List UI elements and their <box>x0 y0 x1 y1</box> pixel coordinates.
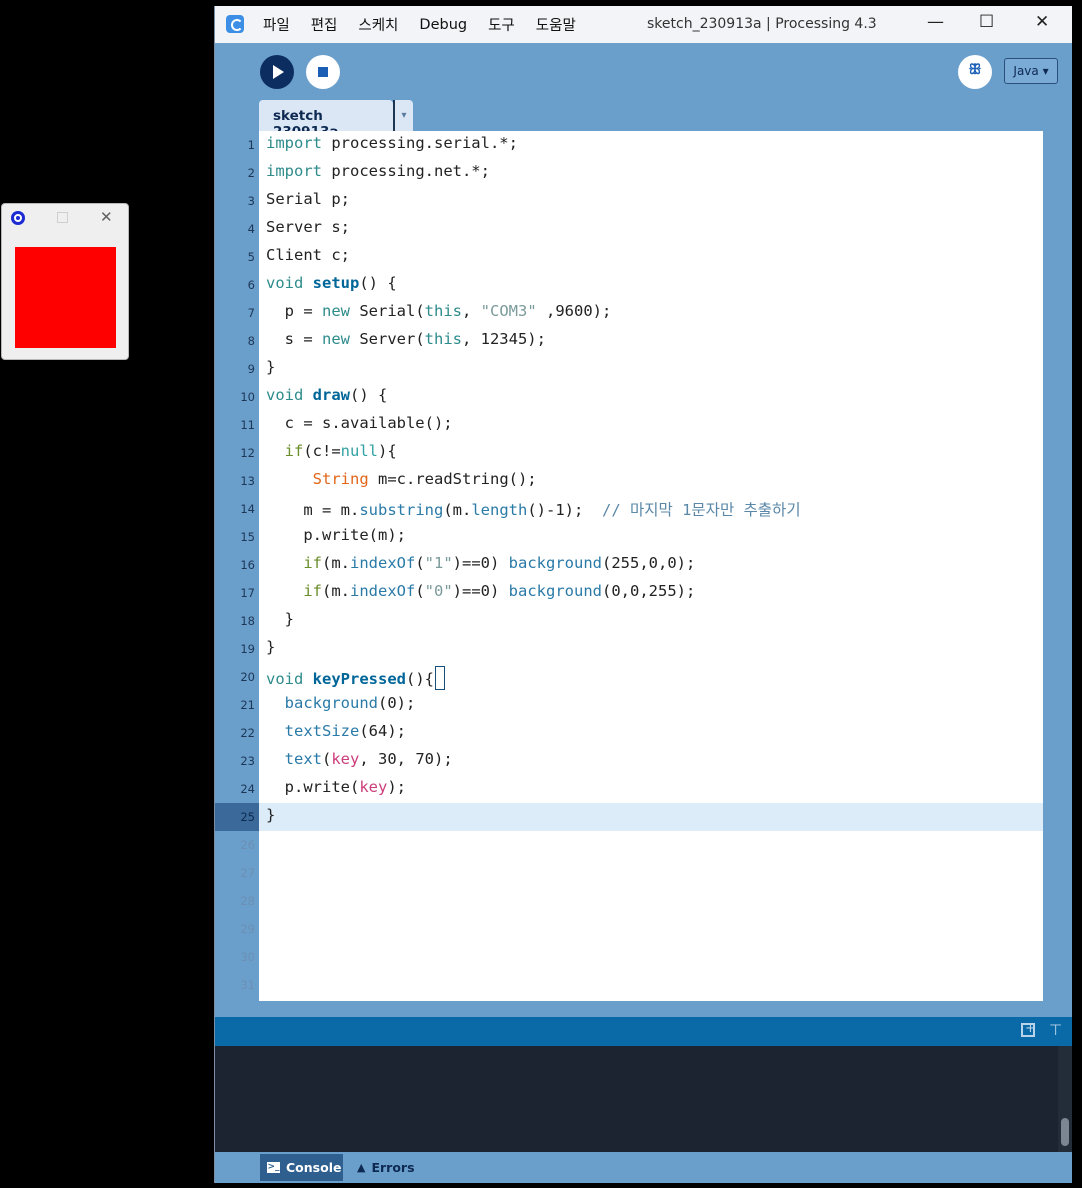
console-scroll-thumb[interactable] <box>1061 1118 1069 1146</box>
code-editor[interactable]: 1 import processing.serial.*; 2 import pro… <box>215 131 1043 1001</box>
empty-line: 30 <box>240 950 255 964</box>
minimize-button[interactable]: — <box>927 12 944 32</box>
code-line: 3 Serial p; <box>247 190 350 208</box>
code-line: 17 if(m.indexOf("0")==0) background(0,0,… <box>240 582 696 600</box>
bracket-match-marker <box>435 666 445 690</box>
console-tab-label: Console <box>286 1160 342 1175</box>
bottom-tab-bar <box>215 1152 1072 1183</box>
code-line: 13 String m=c.readString(); <box>240 470 537 488</box>
empty-line: 31 <box>240 978 255 992</box>
current-line: 25} <box>215 803 1043 831</box>
code-line: 16 if(m.indexOf("1")==0) background(255,… <box>240 554 696 572</box>
mode-selector[interactable]: Java ▾ <box>1004 58 1058 84</box>
sketch-canvas <box>15 247 116 348</box>
processing-logo-icon <box>11 211 25 225</box>
tab-errors[interactable]: ▲ Errors <box>350 1154 430 1181</box>
tab-console[interactable]: >_ Console <box>260 1154 343 1181</box>
warning-icon: ▲ <box>357 1161 366 1174</box>
console-output[interactable] <box>215 1046 1072 1152</box>
code-line: 1 import processing.serial.*; <box>247 134 518 152</box>
code-line: 24 p.write(key); <box>240 778 406 796</box>
close-button[interactable]: ✕ <box>1035 12 1049 32</box>
code-line: 20 void keyPressed(){ <box>215 663 1043 691</box>
window-title: sketch_230913a | Processing 4.3 <box>647 16 877 32</box>
debug-icon: ꕥ <box>968 62 982 78</box>
menu-help[interactable]: 도움말 <box>536 14 576 35</box>
close-icon[interactable]: ✕ <box>100 208 113 226</box>
code-line: 6 void setup() { <box>247 274 397 292</box>
sketch-output-window[interactable]: ✕ <box>1 203 129 360</box>
maximize-button[interactable]: ☐ <box>979 12 994 32</box>
menu-debug[interactable]: Debug <box>419 17 467 33</box>
code-line: 12 if(c!=null){ <box>240 442 397 460</box>
menu-edit[interactable]: 편집 <box>311 14 338 35</box>
stop-button[interactable] <box>306 55 340 89</box>
code-line: 19} <box>240 638 276 656</box>
code-line: 22 textSize(64); <box>240 722 406 740</box>
errors-tab-label: Errors <box>371 1160 415 1175</box>
code-line: 9} <box>247 358 276 376</box>
code-line: 14 m = m.substring(m.length()-1); // 마지막… <box>240 501 801 519</box>
empty-line: 28 <box>240 894 255 908</box>
code-line: 15 p.write(m); <box>240 526 406 544</box>
title-bar: 파일 편집 스케치 Debug 도구 도움말 sketch_230913a | … <box>215 6 1072 43</box>
collapse-console-icon[interactable]: ⊤ <box>1049 1021 1062 1039</box>
menu-sketch[interactable]: 스케치 <box>358 14 398 35</box>
empty-line: 29 <box>240 922 255 936</box>
code-line: 21 background(0); <box>240 694 416 712</box>
empty-line: 26 <box>240 838 255 852</box>
menu-tools[interactable]: 도구 <box>488 14 515 35</box>
code-line: 10 void draw() { <box>240 386 388 404</box>
code-line: 4 Server s; <box>247 218 350 236</box>
editor-scrollbar[interactable] <box>1043 131 1058 1001</box>
code-line: 2 import processing.net.*; <box>247 162 490 180</box>
copy-console-icon[interactable] <box>1021 1021 1036 1037</box>
tab-sketch[interactable]: sketch 230913a <box>259 100 393 140</box>
processing-ide-window: 파일 편집 스케치 Debug 도구 도움말 sketch_230913a | … <box>214 6 1072 1183</box>
empty-line: 27 <box>240 866 255 880</box>
menu-bar: 파일 편집 스케치 Debug 도구 도움말 <box>263 6 597 43</box>
code-line: 11 c = s.available(); <box>240 414 453 432</box>
sketch-window-titlebar[interactable]: ✕ <box>2 204 128 232</box>
code-line: 18 } <box>240 610 294 628</box>
code-line: 5 Client c; <box>247 246 350 264</box>
debugger-button[interactable]: ꕥ <box>958 55 992 89</box>
maximize-icon[interactable] <box>57 212 68 223</box>
run-button[interactable] <box>260 55 294 89</box>
terminal-icon: >_ <box>267 1162 280 1173</box>
menu-file[interactable]: 파일 <box>263 14 290 35</box>
tab-menu-button[interactable]: ▾ <box>393 100 413 131</box>
processing-app-icon <box>226 15 244 33</box>
code-line: 23 text(key, 30, 70); <box>240 750 453 768</box>
code-line: 7 p = new Serial(this, "COM3" ,9600); <box>247 302 612 320</box>
console-header: ⊤ <box>215 1017 1072 1046</box>
code-line: 8 s = new Server(this, 12345); <box>247 330 546 348</box>
